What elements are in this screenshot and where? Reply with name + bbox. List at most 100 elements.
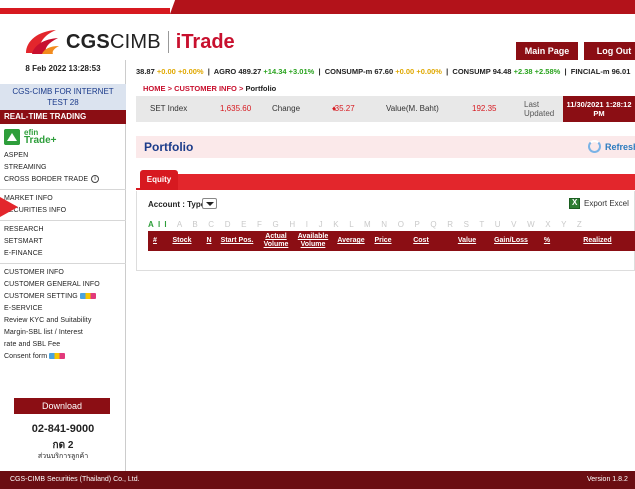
index-ticker: 38.87 +0.00 +0.00% | AGRO 489.27 +14.34 … [136, 67, 631, 76]
refresh-button[interactable]: Refresh [588, 140, 635, 153]
new-badge-icon [49, 353, 66, 360]
col-price[interactable]: Price [370, 231, 396, 251]
export-excel-label: Export Excel [584, 199, 629, 208]
menu-market-info[interactable]: MARKET INFO [4, 193, 122, 205]
ticker-percent: +0.00% [416, 67, 442, 76]
tab-equity[interactable]: Equity [140, 170, 178, 190]
set-index-label: SET Index [150, 104, 188, 113]
ticker-percent: +0.00% [177, 67, 204, 76]
export-excel-button[interactable]: Export Excel [569, 198, 629, 209]
breadcrumb-home[interactable]: HOME [143, 84, 166, 93]
refresh-icon [588, 140, 601, 153]
sidebar: 8 Feb 2022 13:28:53 CGS-CIMB FOR INTERNE… [0, 60, 126, 471]
logout-button[interactable]: Log Out [584, 42, 635, 60]
efin-trade-link[interactable]: efin Trade+ [4, 127, 57, 147]
col-available-volume[interactable]: Available Volume [294, 231, 332, 251]
last-updated-line2: Updated [524, 109, 555, 118]
menu-margin-sbl-cont[interactable]: rate and SBL Fee [4, 339, 122, 351]
ticker-percent: +3.01% [288, 67, 315, 76]
current-date: 8 Feb 2022 13:28:53 [25, 64, 101, 73]
breadcrumb-sep: > [238, 84, 244, 93]
menu-margin-sbl[interactable]: Margin-SBL list / Interest [4, 327, 122, 339]
ticker-change: +2.38 [513, 67, 533, 76]
cgs-flame-icon [26, 30, 59, 54]
account-type-select[interactable] [202, 198, 217, 209]
ticker-item-1: AGRO 489.27 +14.34 +3.01% [214, 67, 315, 76]
menu-consent-form[interactable]: Consent form [4, 351, 122, 363]
menu-consent-form-label: Consent form [4, 353, 48, 360]
main-page-button[interactable]: Main Page [516, 42, 578, 60]
menu-divider [0, 189, 126, 190]
menu-customer-general-info[interactable]: CUSTOMER GENERAL INFO [4, 279, 122, 291]
footer-copyright: CGS-CIMB Securities (Thailand) Co., Ltd. [10, 476, 140, 483]
menu-customer-setting[interactable]: CUSTOMER SETTING [4, 291, 122, 303]
breadcrumb-customer-info[interactable]: CUSTOMER INFO [174, 84, 237, 93]
menu-review-kyc[interactable]: Review KYC and Suitability [4, 315, 122, 327]
realtime-trading-heading: REAL-TIME TRADING [0, 110, 126, 124]
logo-separator [167, 31, 169, 53]
excel-icon [569, 198, 580, 209]
col-index[interactable]: # [148, 231, 162, 251]
menu-aspen[interactable]: ASPEN [4, 150, 122, 162]
portfolio-table-header: # Stock N Start Pos. Actual Volume Avail… [148, 231, 635, 251]
pointer-arrow-icon [0, 197, 18, 217]
col-cost[interactable]: Cost [396, 231, 446, 251]
col-start-pos[interactable]: Start Pos. [216, 231, 258, 251]
top-band-right [170, 0, 635, 14]
col-value[interactable]: Value [446, 231, 488, 251]
new-badge-icon [79, 293, 96, 300]
top-decor-band [0, 0, 635, 14]
refresh-label: Refresh [605, 141, 635, 152]
account-name-line1: CGS-CIMB FOR INTERNET [12, 87, 114, 96]
info-icon: i [91, 175, 100, 184]
col-actual-volume[interactable]: Actual Volume [258, 231, 294, 251]
menu-research[interactable]: RESEARCH [4, 224, 122, 236]
page-title: Portfolio [144, 140, 194, 154]
filter-letters[interactable]: A B C D E F G H I J K L M N O P Q R S T … [177, 220, 586, 229]
ticker-price: 96.01 [611, 67, 631, 76]
menu-streaming[interactable]: STREAMING [4, 162, 122, 174]
ticker-name: CONSUMP [452, 67, 491, 76]
breadcrumb-current: Portfolio [245, 84, 277, 93]
ticker-item-2: CONSUMP-m 67.60 +0.00 +0.00% [325, 67, 442, 76]
ticker-change: +0.00 [156, 67, 176, 76]
ticker-name: AGRO [213, 67, 237, 76]
col-percent[interactable]: % [534, 231, 560, 251]
tab-bar-fill [178, 174, 635, 190]
efin-line2: Trade+ [24, 135, 57, 146]
alphabet-filter: All A B C D E F G H I J K L M N O P Q R … [148, 220, 586, 229]
menu-customer-info[interactable]: CUSTOMER INFO [4, 267, 122, 279]
product-name: iTrade [175, 30, 235, 53]
col-stock[interactable]: Stock [162, 231, 202, 251]
menu-e-service[interactable]: E-SERVICE [4, 303, 122, 315]
menu-cross-border-label: CROSS BORDER TRADE [4, 176, 89, 183]
filter-all[interactable]: All [148, 220, 171, 229]
ticker-name: CONSUMP-m [324, 67, 373, 76]
customer-service-label: ส่วนบริการลูกค้า [37, 453, 89, 460]
menu-customer-setting-label: CUSTOMER SETTING [4, 293, 78, 300]
menu-securities-info[interactable]: SECURITIES INFO [4, 205, 122, 217]
col-n[interactable]: N [202, 231, 216, 251]
col-average[interactable]: Average [332, 231, 370, 251]
menu-setsmart[interactable]: SETSMART [4, 236, 122, 248]
value-label: Value(M. Baht) [386, 104, 439, 113]
footer: CGS-CIMB Securities (Thailand) Co., Ltd.… [0, 471, 635, 489]
menu-e-finance[interactable]: E-FINANCE [4, 248, 122, 260]
contact-phone: 02-841-9000 [31, 423, 95, 435]
col-realized[interactable]: Realized [560, 231, 635, 251]
ticker-item-0: 38.87 +0.00 +0.00% [136, 67, 204, 76]
col-gain-loss[interactable]: Gain/Loss [488, 231, 534, 251]
set-index-value: 1,635.60 [220, 104, 252, 113]
last-updated-timestamp: 11/30/2021 1:28:12 PM [563, 100, 635, 118]
brand-cgs: CGS [66, 30, 110, 53]
ticker-price: 38.87 [136, 67, 155, 76]
menu-cross-border-trade[interactable]: CROSS BORDER TRADE i [4, 174, 122, 186]
efin-wordmark: efin Trade+ [24, 129, 57, 146]
timestamp-line2: PM [593, 109, 605, 118]
timestamp-line1: 11/30/2021 1:28:12 [566, 100, 632, 109]
download-button[interactable]: Download [14, 398, 110, 414]
brand-name: CGSCIMB [66, 31, 161, 54]
cgs-cimb-logo[interactable]: CGSCIMB iTrade [22, 26, 235, 58]
account-name-line2: TEST 28 [47, 98, 79, 107]
brand-cimb: CIMB [109, 30, 161, 53]
